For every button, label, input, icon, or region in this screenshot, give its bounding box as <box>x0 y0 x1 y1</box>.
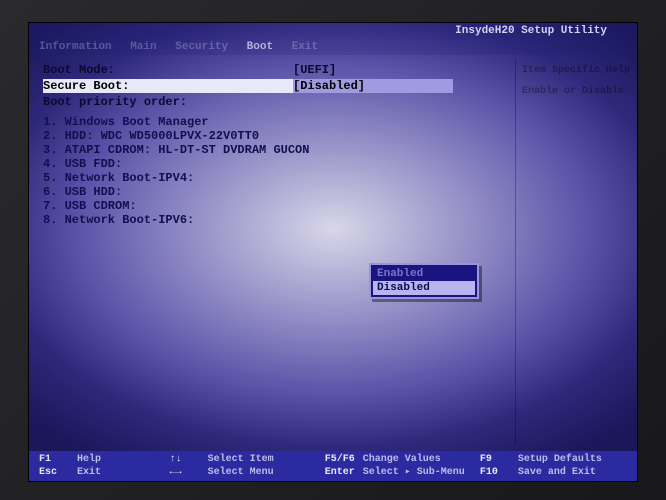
monitor-bezel: InsydeH20 Setup Utility Information Main… <box>0 0 666 500</box>
secure-boot-popup[interactable]: Enabled Disabled <box>369 263 479 299</box>
boot-mode-label: Boot Mode: <box>43 63 293 77</box>
tab-information[interactable]: Information <box>39 41 112 53</box>
footer-select-item: ↑↓Select Item←→Select Menu <box>170 453 317 479</box>
tab-bar[interactable]: Information Main Security Boot Exit <box>29 39 637 55</box>
bios-screen: InsydeH20 Setup Utility Information Main… <box>28 22 638 482</box>
boot-priority-header: Boot priority order: <box>43 95 507 109</box>
boot-item-7[interactable]: 7. USB CDROM: <box>43 199 507 213</box>
tab-main[interactable]: Main <box>130 41 156 53</box>
tab-security[interactable]: Security <box>175 41 228 53</box>
boot-priority-label: Boot priority order: <box>43 95 293 109</box>
secure-boot-label: Secure Boot: <box>43 79 293 93</box>
boot-item-8[interactable]: 8. Network Boot-IPV6: <box>43 213 507 227</box>
boot-order-list[interactable]: 1. Windows Boot Manager 2. HDD: WDC WD50… <box>43 115 507 227</box>
popup-option-enabled[interactable]: Enabled <box>373 267 475 281</box>
help-panel: Item Specific Help Enable or Disable <box>515 59 637 445</box>
title-bar: InsydeH20 Setup Utility <box>29 23 637 39</box>
footer-bar: F1HelpEscExit ↑↓Select Item←→Select Menu… <box>29 451 637 481</box>
tab-exit[interactable]: Exit <box>292 41 318 53</box>
footer-defaults: F9Setup DefaultsF10Save and Exit <box>480 453 627 479</box>
main-content: Boot Mode: [UEFI] Secure Boot: [Disabled… <box>43 63 507 441</box>
boot-item-1[interactable]: 1. Windows Boot Manager <box>43 115 507 129</box>
boot-mode-row[interactable]: Boot Mode: [UEFI] <box>43 63 507 77</box>
help-panel-text: Enable or Disable <box>522 86 631 97</box>
boot-item-5[interactable]: 5. Network Boot-IPV4: <box>43 171 507 185</box>
boot-item-4[interactable]: 4. USB FDD: <box>43 157 507 171</box>
help-panel-header: Item Specific Help <box>522 65 631 76</box>
secure-boot-value: [Disabled] <box>293 79 453 93</box>
boot-mode-value: [UEFI] <box>293 63 453 77</box>
utility-title: InsydeH20 Setup Utility <box>455 25 607 37</box>
boot-item-6[interactable]: 6. USB HDD: <box>43 185 507 199</box>
boot-item-3[interactable]: 3. ATAPI CDROM: HL-DT-ST DVDRAM GUCON <box>43 143 507 157</box>
footer-f1: F1HelpEscExit <box>39 453 162 479</box>
boot-item-2[interactable]: 2. HDD: WDC WD5000LPVX-22V0TT0 <box>43 129 507 143</box>
secure-boot-row[interactable]: Secure Boot: [Disabled] <box>43 79 507 93</box>
tab-boot[interactable]: Boot <box>247 41 273 53</box>
footer-change-values: F5/F6Change ValuesEnterSelect ▸ Sub-Menu <box>325 453 472 479</box>
popup-option-disabled[interactable]: Disabled <box>373 281 475 295</box>
